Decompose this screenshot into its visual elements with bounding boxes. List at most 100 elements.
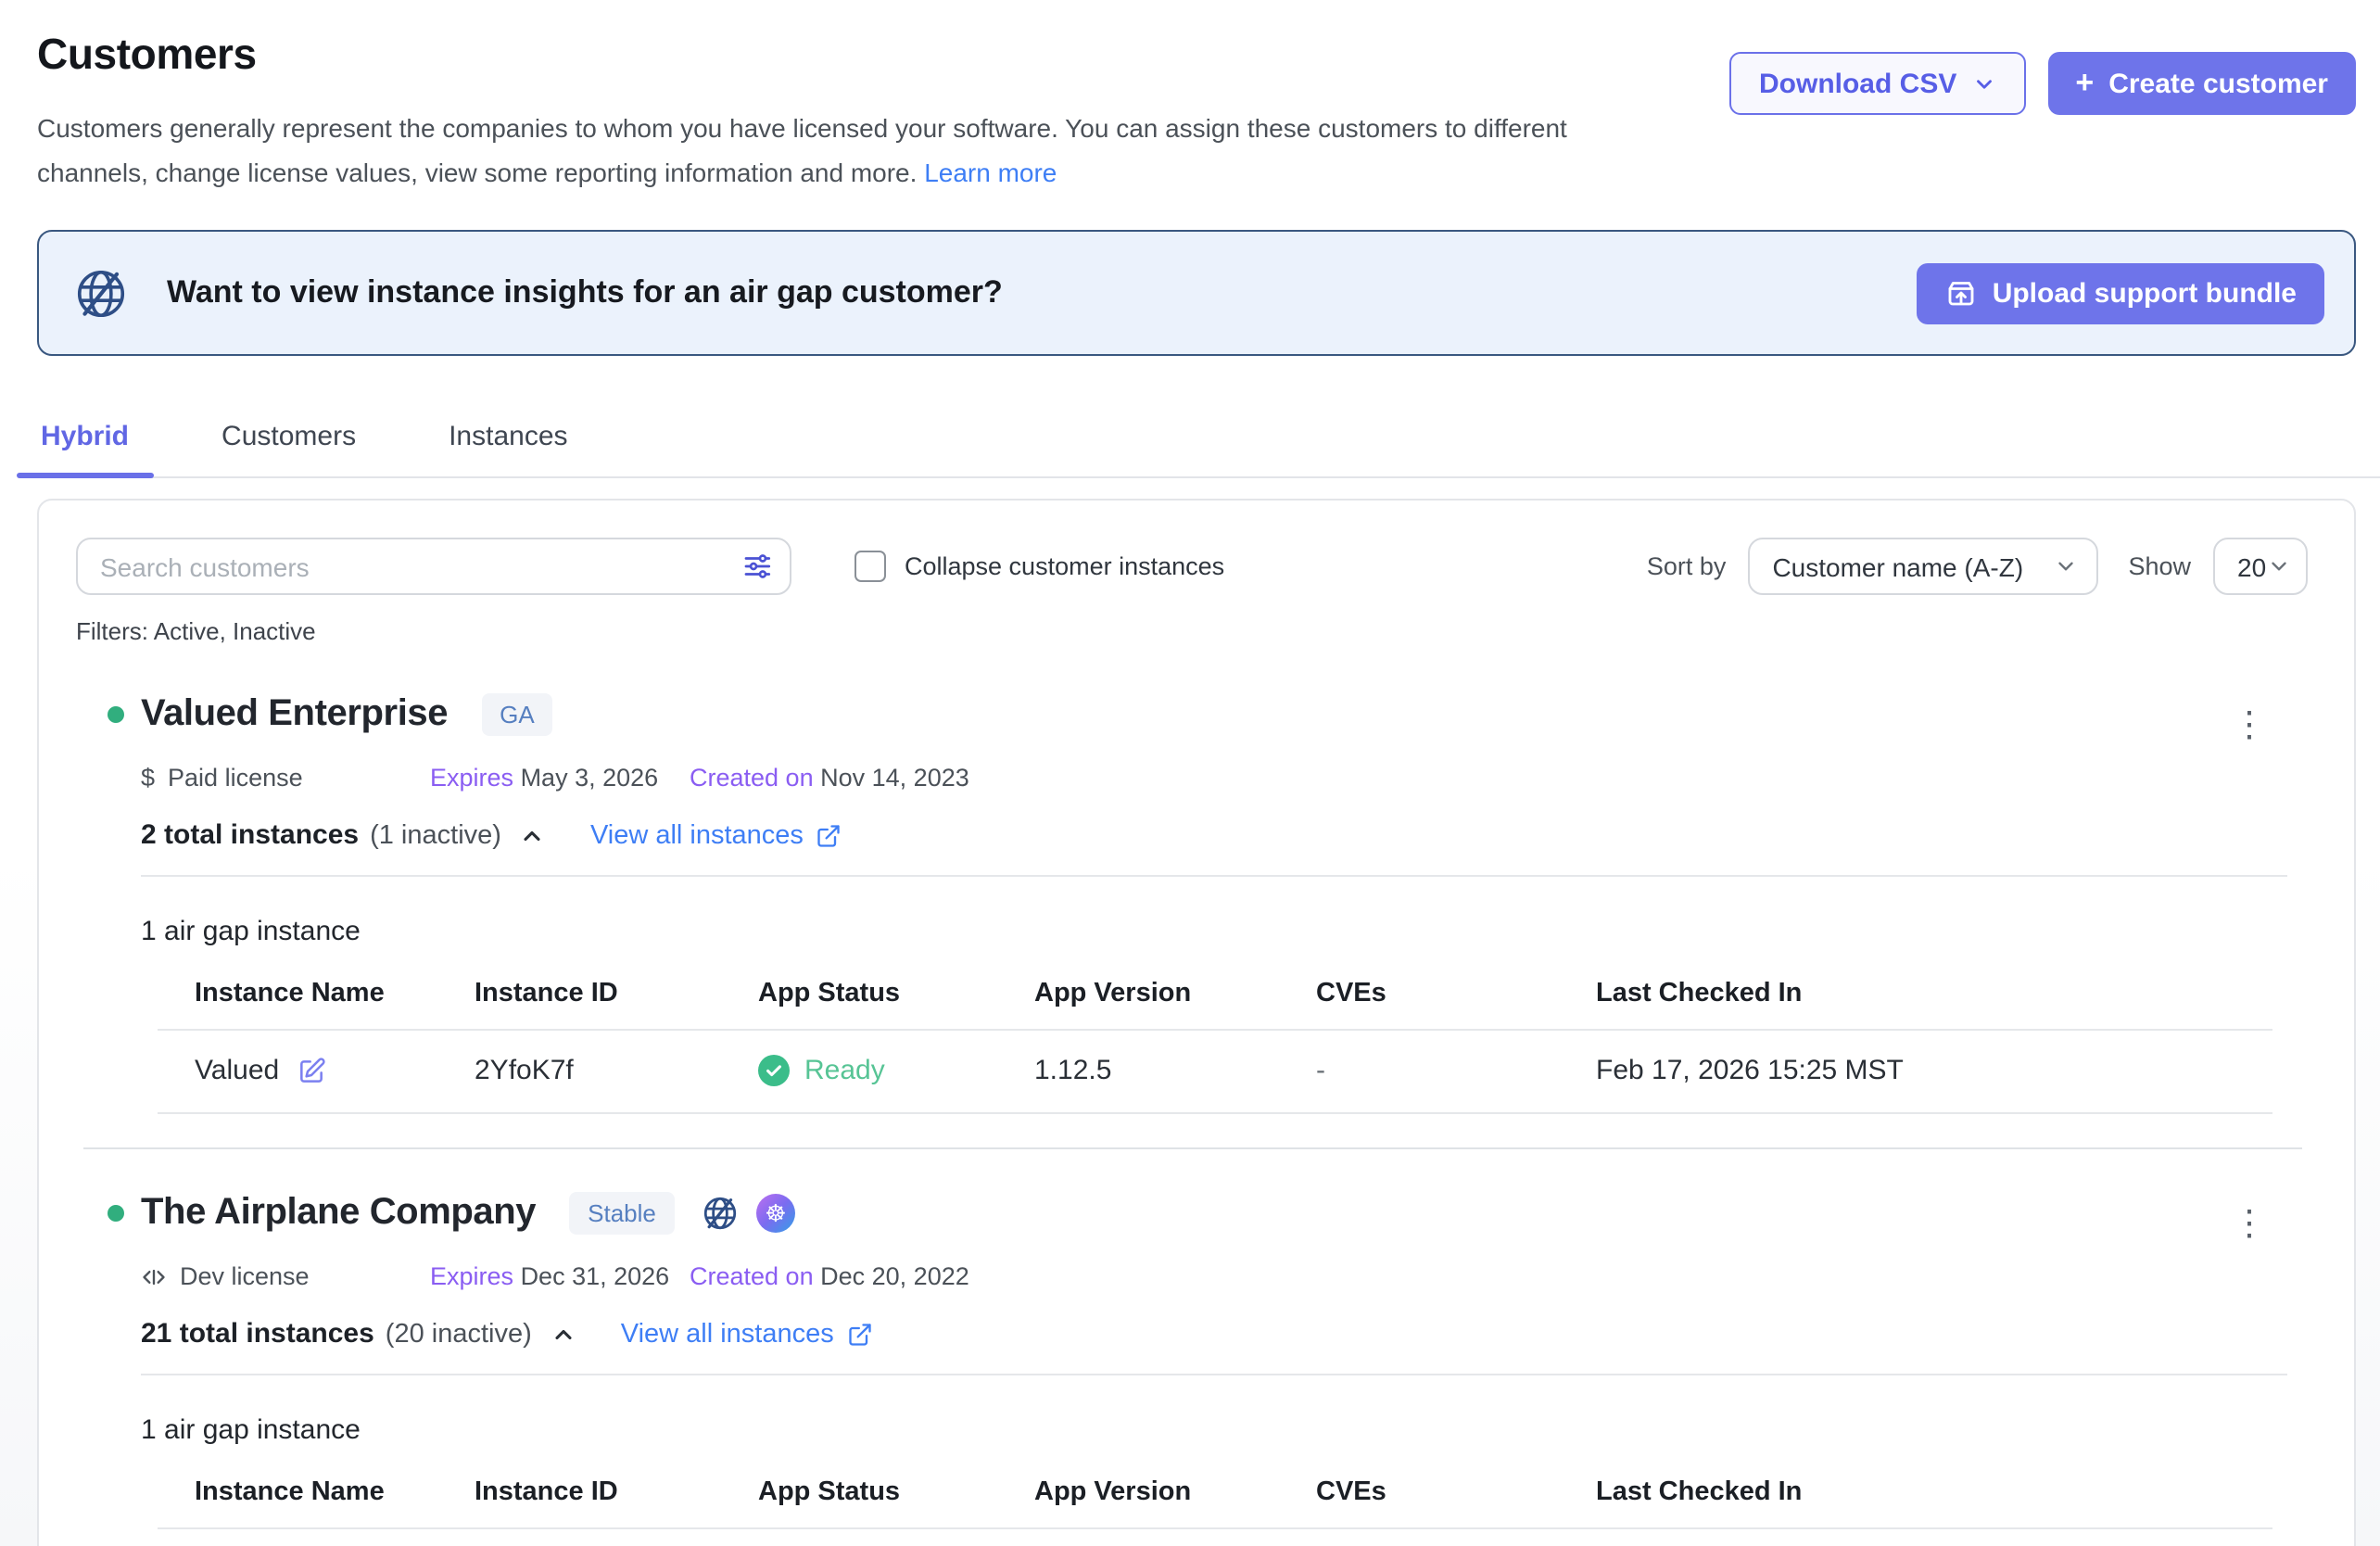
col-instance-name: Instance Name xyxy=(195,979,475,1008)
last-checked-in-cell: Feb 17, 2026 15:25 MST xyxy=(1596,1055,2272,1086)
expires-date: May 3, 2026 xyxy=(521,764,659,792)
tab-customers[interactable]: Customers xyxy=(218,406,360,476)
customer-card-valued-enterprise: Valued Enterprise GA ⋮ $ Paid license Ex… xyxy=(39,645,2354,1114)
customer-kebab-menu[interactable]: ⋮ xyxy=(2232,716,2267,738)
chevron-down-icon xyxy=(2266,554,2290,578)
instance-name: Valued xyxy=(195,1055,279,1086)
customer-name-link[interactable]: The Airplane Company xyxy=(141,1192,536,1235)
dollar-icon: $ xyxy=(141,764,155,792)
license-type-label: Dev license xyxy=(180,1262,310,1290)
customer-meta-row: $ Paid license Expires May 3, 2026 Creat… xyxy=(141,764,2269,792)
customer-kebab-menu[interactable]: ⋮ xyxy=(2232,1214,2267,1236)
expires-label: Expires xyxy=(430,764,513,792)
filter-sliders-icon[interactable] xyxy=(741,551,773,582)
view-all-instances-link[interactable]: View all instances xyxy=(590,820,842,850)
app-status-cell: Ready xyxy=(758,1055,1034,1086)
tab-instances[interactable]: Instances xyxy=(445,406,571,476)
created-on-label: Created on xyxy=(690,1262,814,1290)
instance-id-cell: 2YfoK7f xyxy=(475,1055,758,1086)
col-app-status: App Status xyxy=(758,979,1034,1008)
search-wrap xyxy=(76,538,791,595)
show-count-select[interactable]: 20 xyxy=(2213,538,2308,595)
instances-summary-row: 21 total instances (20 inactive) View al… xyxy=(141,1318,2269,1350)
upload-support-bundle-label: Upload support bundle xyxy=(1993,277,2297,309)
search-input[interactable] xyxy=(76,538,791,595)
table-header-row: Instance Name Instance ID App Status App… xyxy=(158,1477,2272,1529)
toolbar: Collapse customer instances Sort by Cust… xyxy=(39,501,2354,595)
col-instance-id: Instance ID xyxy=(475,1477,758,1507)
airgap-banner: Want to view instance insights for an ai… xyxy=(37,230,2356,356)
license-type-label: Paid license xyxy=(168,764,303,792)
edit-icon[interactable] xyxy=(296,1056,325,1085)
external-link-icon xyxy=(817,822,842,848)
sort-by-value: Customer name (A-Z) xyxy=(1772,551,2023,581)
show-count-value: 20 xyxy=(2237,551,2266,581)
created-on-label: Created on xyxy=(690,764,814,792)
channel-badge: GA xyxy=(481,693,553,736)
col-cves: CVEs xyxy=(1316,979,1596,1008)
table-header-row: Instance Name Instance ID App Status App… xyxy=(158,979,2272,1031)
airgap-section-label: 1 air gap instance xyxy=(141,1414,2269,1446)
create-customer-button[interactable]: + Create customer xyxy=(2047,52,2356,115)
download-csv-button[interactable]: Download CSV xyxy=(1729,52,2025,115)
sort-show-controls: Sort by Customer name (A-Z) Show 20 xyxy=(1647,538,2308,595)
chevron-up-icon[interactable] xyxy=(551,1321,576,1347)
header-actions: Download CSV + Create customer xyxy=(1729,52,2356,115)
tab-hybrid[interactable]: Hybrid xyxy=(37,406,133,476)
collapse-instances-control[interactable]: Collapse customer instances xyxy=(855,551,1224,582)
kubernetes-icon: ☸ xyxy=(756,1194,795,1233)
created-date: Dec 20, 2022 xyxy=(820,1262,969,1290)
col-last-checked-in: Last Checked In xyxy=(1596,1477,2272,1507)
collapse-instances-checkbox[interactable] xyxy=(855,551,886,582)
license-type: Dev license xyxy=(141,1262,430,1290)
tab-bar: Hybrid Customers Instances xyxy=(37,406,2380,478)
col-app-version: App Version xyxy=(1034,1477,1316,1507)
created-field: Created on Nov 14, 2023 xyxy=(690,764,969,792)
total-instances-count: 2 total instances xyxy=(141,819,359,851)
show-label: Show xyxy=(2128,552,2191,580)
upload-support-bundle-button[interactable]: Upload support bundle xyxy=(1917,262,2324,323)
learn-more-link[interactable]: Learn more xyxy=(924,157,1057,186)
active-filters-text: Filters: Active, Inactive xyxy=(76,617,2317,645)
expires-date: Dec 31, 2026 xyxy=(521,1262,670,1290)
external-link-icon xyxy=(847,1321,873,1347)
customers-page: Customers Customers generally represent … xyxy=(0,0,2380,1546)
inactive-instances-count: (1 inactive) xyxy=(370,820,501,850)
download-csv-label: Download CSV xyxy=(1759,68,1956,99)
divider xyxy=(141,875,2287,877)
page-header: Customers Customers generally represent … xyxy=(0,0,2380,195)
plus-icon: + xyxy=(2075,65,2094,102)
app-version-cell: 1.12.5 xyxy=(1034,1055,1316,1086)
channel-badge: Stable xyxy=(569,1192,675,1235)
expires-label: Expires xyxy=(430,1262,513,1290)
airgap-section-label: 1 air gap instance xyxy=(141,916,2269,947)
cves-cell: - xyxy=(1316,1055,1596,1086)
customer-name-link[interactable]: Valued Enterprise xyxy=(141,693,448,736)
col-app-version: App Version xyxy=(1034,979,1316,1008)
inactive-instances-count: (20 inactive) xyxy=(386,1319,532,1349)
view-all-instances-link[interactable]: View all instances xyxy=(621,1319,873,1349)
active-status-dot xyxy=(108,1205,124,1222)
license-type: $ Paid license xyxy=(141,764,430,792)
sort-by-select[interactable]: Customer name (A-Z) xyxy=(1748,538,2098,595)
app-status-text: Ready xyxy=(804,1055,885,1086)
expires-field: Expires Dec 31, 2026 xyxy=(430,1262,690,1290)
customer-header: The Airplane Company Stable ☸ xyxy=(141,1192,2269,1235)
page-description: Customers generally represent the compan… xyxy=(37,108,1653,195)
col-cves: CVEs xyxy=(1316,1477,1596,1507)
airgap-instances-table: Instance Name Instance ID App Status App… xyxy=(158,1477,2272,1529)
chevron-down-icon xyxy=(2054,554,2078,578)
total-instances-count: 21 total instances xyxy=(141,1318,374,1350)
customers-panel: Collapse customer instances Sort by Cust… xyxy=(37,499,2356,1546)
chevron-up-icon[interactable] xyxy=(520,822,546,848)
customer-type-icons: ☸ xyxy=(701,1194,795,1233)
customer-card-airplane-company: The Airplane Company Stable ☸ ⋮ xyxy=(39,1149,2354,1529)
expires-field: Expires May 3, 2026 xyxy=(430,764,690,792)
page-description-text: Customers generally represent the compan… xyxy=(37,113,1567,186)
view-all-instances-label: View all instances xyxy=(621,1319,834,1349)
airgap-globe-icon xyxy=(72,264,130,322)
create-customer-label: Create customer xyxy=(2108,68,2328,99)
col-instance-name: Instance Name xyxy=(195,1477,475,1507)
sort-by-label: Sort by xyxy=(1647,552,1727,580)
divider xyxy=(141,1374,2287,1375)
